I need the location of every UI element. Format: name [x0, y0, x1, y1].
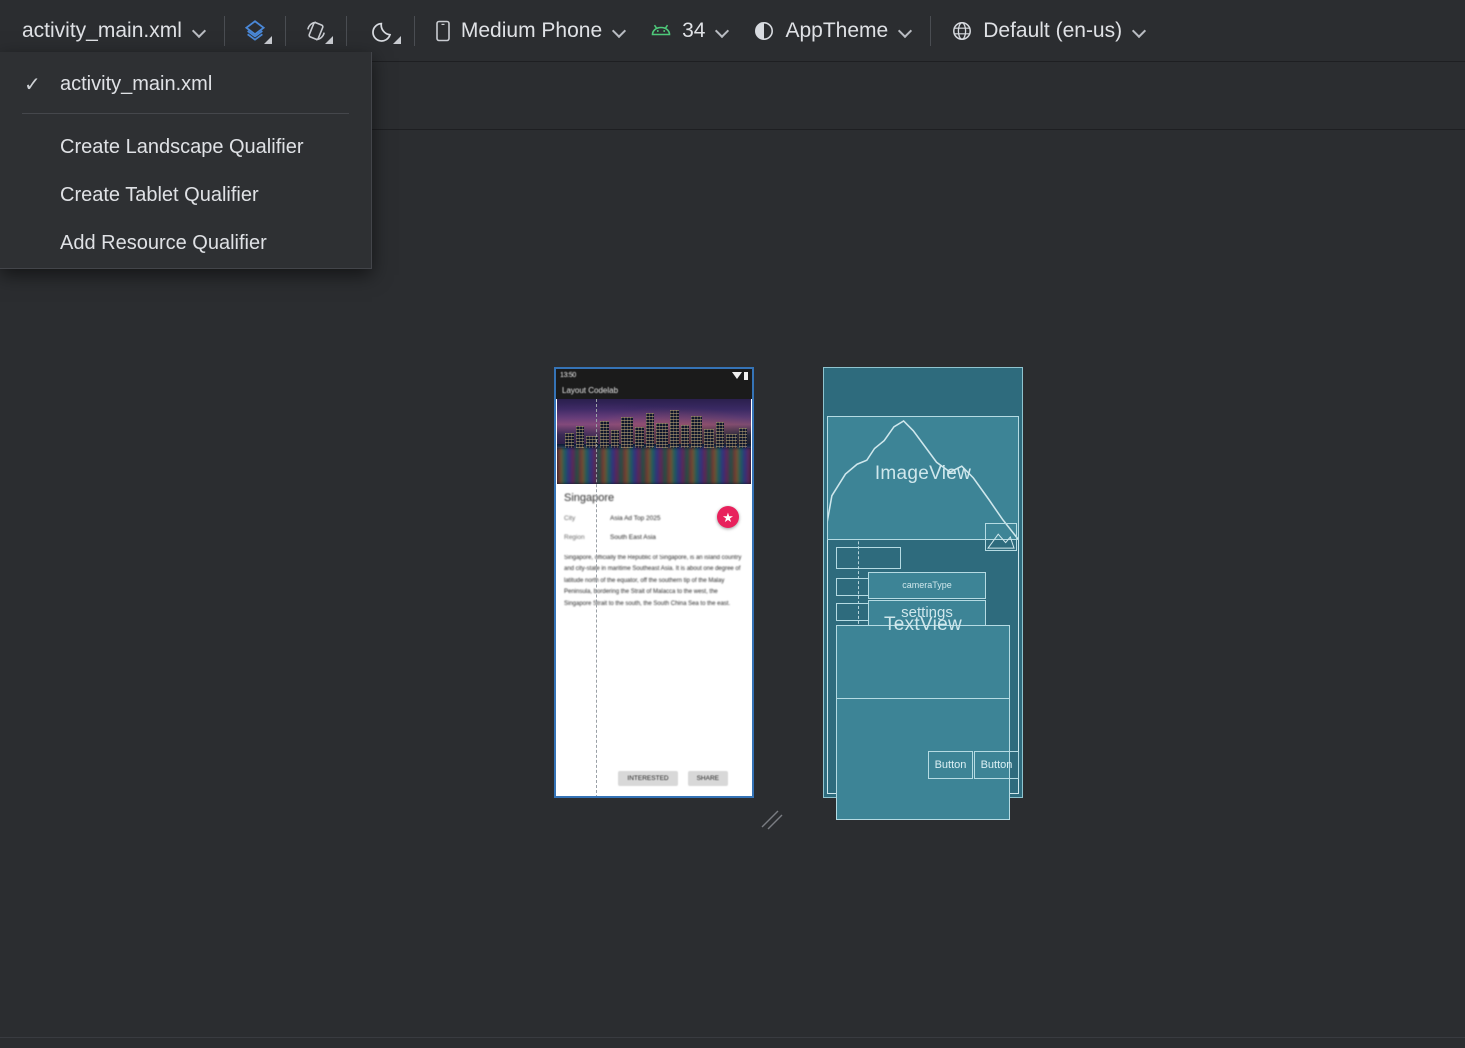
constraint-guideline [596, 399, 597, 798]
theme-contrast-icon [752, 19, 776, 43]
blueprint-cameratype-label: cameraType [869, 580, 985, 590]
menu-item-label: Create Tablet Qualifier [60, 184, 259, 207]
menu-item-label: activity_main.xml [60, 73, 212, 96]
menu-item-label: Add Resource Qualifier [60, 232, 267, 255]
android-icon [649, 21, 673, 41]
app-bar-title: Layout Codelab [562, 386, 618, 395]
api-level-selector[interactable]: 34 [639, 11, 738, 51]
star-icon: ★ [722, 511, 734, 524]
blueprint-root-layout[interactable]: ImageView cameraType settings [827, 416, 1019, 794]
menu-divider [22, 113, 349, 114]
night-mode-icon-button[interactable] [362, 11, 406, 51]
orientation-icon-button[interactable] [294, 11, 338, 51]
preview-row-value: Asia Ad Top 2025 [610, 515, 660, 522]
check-icon: ✓ [24, 72, 60, 97]
chevron-down-icon [264, 36, 272, 44]
menu-item-activity-main-xml[interactable]: ✓ activity_main.xml [0, 60, 371, 108]
menu-item-label: Create Landscape Qualifier [60, 136, 303, 159]
blueprint-cameratype-field[interactable]: cameraType [868, 572, 986, 599]
globe-icon [950, 19, 974, 43]
blueprint-button-1-label: Button [935, 759, 967, 771]
blueprint-settings-label: settings [869, 604, 985, 621]
file-variant-label: activity_main.xml [22, 19, 182, 43]
theme-selector[interactable]: AppTheme [742, 11, 921, 51]
chevron-down-icon [1133, 25, 1145, 37]
menu-item-add-resource-qualifier[interactable]: Add Resource Qualifier [0, 219, 371, 267]
toolbar-divider-3 [346, 16, 347, 46]
menu-item-create-landscape-qualifier[interactable]: Create Landscape Qualifier [0, 123, 371, 171]
device-label: Medium Phone [461, 19, 602, 43]
toolbar-divider-5 [930, 16, 931, 46]
design-preview-device[interactable]: 13:50 Layout Codelab [554, 367, 754, 798]
bottom-status-bar [0, 1037, 1465, 1048]
chevron-down-icon [716, 25, 728, 37]
status-bar-clock: 13:50 [560, 372, 576, 379]
chevron-down-icon [193, 25, 205, 37]
floating-action-button[interactable]: ★ [717, 506, 739, 528]
status-bar-system-icons [732, 372, 748, 380]
device-selector[interactable]: Medium Phone [424, 11, 635, 51]
preview-title: Singapore [564, 492, 744, 504]
file-variant-selector[interactable]: activity_main.xml [12, 11, 215, 51]
chevron-down-icon [325, 36, 333, 44]
blueprint-preview[interactable]: ImageView cameraType settings [823, 367, 1023, 798]
device-content: Singapore City Asia Ad Top 2025 Region S… [556, 484, 752, 610]
share-button[interactable]: SHARE [688, 771, 728, 786]
blueprint-app-bar [824, 368, 1022, 412]
preview-row: Region South East Asia [564, 534, 744, 541]
wifi-icon [732, 372, 742, 379]
device-body: ★ Singapore City Asia Ad Top 2025 Region… [556, 399, 752, 798]
device-app-bar: Layout Codelab [556, 382, 752, 399]
blueprint-button-1[interactable]: Button [928, 751, 973, 779]
preview-row-value: South East Asia [610, 534, 656, 541]
preview-row-label: Region [564, 534, 596, 541]
api-level-label: 34 [682, 19, 705, 43]
city-skyline [557, 408, 751, 448]
locale-selector[interactable]: Default (en-us) [940, 11, 1155, 51]
toolbar-divider-1 [224, 16, 225, 46]
chevron-down-icon [899, 25, 911, 37]
hero-image [557, 399, 751, 484]
blueprint-textview[interactable]: TextView [836, 625, 1010, 699]
blueprint-image-corner-icon [985, 523, 1017, 551]
chevron-down-icon [613, 25, 625, 37]
phone-icon [434, 19, 452, 43]
toolbar-divider-4 [414, 16, 415, 46]
battery-icon [744, 372, 748, 380]
ide-window: activity_main.xml [0, 0, 1465, 1048]
image-corner-icon [986, 524, 1016, 550]
resize-handle[interactable] [758, 805, 786, 833]
water-reflection [557, 448, 751, 484]
interested-button[interactable]: INTERESTED [618, 771, 677, 786]
mountain-placeholder-icon [828, 417, 1018, 539]
menu-item-create-tablet-qualifier[interactable]: Create Tablet Qualifier [0, 171, 371, 219]
file-variant-dropdown-menu[interactable]: ✓ activity_main.xml Create Landscape Qua… [0, 52, 372, 269]
blueprint-imageview[interactable]: ImageView [827, 416, 1019, 540]
preview-row-label: City [564, 515, 596, 522]
theme-label: AppTheme [785, 19, 888, 43]
chevron-down-icon [393, 36, 401, 44]
blueprint-label-box-1[interactable] [836, 547, 901, 569]
toolbar-divider-2 [285, 16, 286, 46]
blueprint-button-2[interactable]: Button [974, 751, 1019, 779]
layers-icon-button[interactable] [233, 11, 277, 51]
preview-button-row: INTERESTED SHARE [556, 771, 752, 786]
blueprint-settings-field[interactable]: settings [868, 600, 986, 626]
locale-label: Default (en-us) [983, 19, 1122, 43]
preview-paragraph: Singapore, officially the Republic of Si… [564, 553, 744, 610]
device-status-bar: 13:50 [556, 369, 752, 382]
blueprint-button-2-label: Button [981, 759, 1013, 771]
